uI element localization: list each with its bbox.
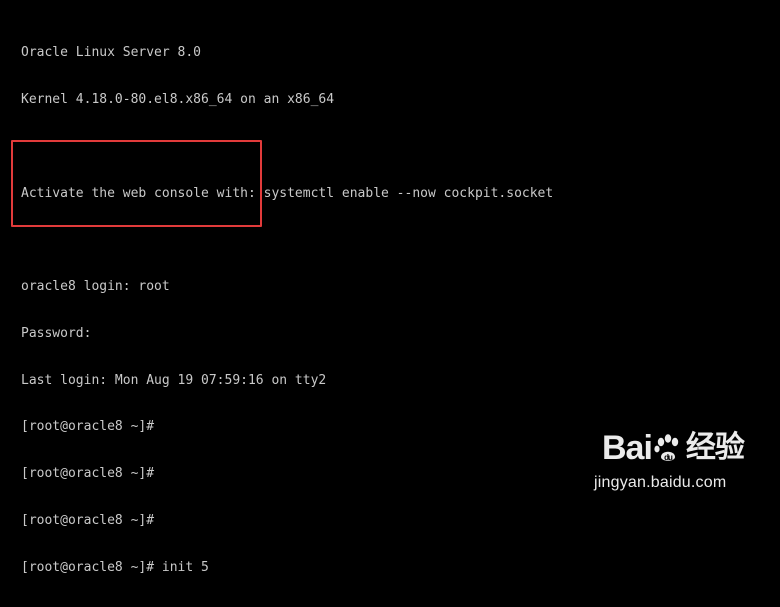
kernel-banner: Kernel 4.18.0-80.el8.x86_64 on an x86_64 xyxy=(21,91,335,107)
shell-prompt: [root@oracle8 ~]# xyxy=(21,419,155,435)
last-login: Last login: Mon Aug 19 07:59:16 on tty2 xyxy=(21,372,327,388)
shell-command-line[interactable]: [root@oracle8 ~]# init 5 xyxy=(21,560,553,576)
paw-icon: du xyxy=(653,433,683,463)
svg-text:du: du xyxy=(664,453,673,462)
os-banner: Oracle Linux Server 8.0 xyxy=(21,45,202,61)
console-screen[interactable]: Oracle Linux Server 8.0 Kernel 4.18.0-80… xyxy=(0,0,780,575)
watermark-logo: Bai du 经验 xyxy=(602,429,745,467)
watermark-logo-right: 经验 xyxy=(685,431,745,464)
password-prompt: Password: xyxy=(21,325,92,341)
baidu-jingyan-watermark: Bai du 经验 jingyan.baidu.com xyxy=(594,430,754,500)
shell-prompt: [root@oracle8 ~]# xyxy=(21,466,155,482)
terminal-output: Oracle Linux Server 8.0 Kernel 4.18.0-80… xyxy=(21,14,553,607)
watermark-logo-left: Bai xyxy=(602,429,653,467)
shell-prompt: [root@oracle8 ~]# xyxy=(21,513,155,528)
watermark-url: jingyan.baidu.com xyxy=(594,474,727,491)
login-prompt: oracle8 login: root xyxy=(21,279,170,295)
annotation-highlight-box xyxy=(11,140,262,227)
